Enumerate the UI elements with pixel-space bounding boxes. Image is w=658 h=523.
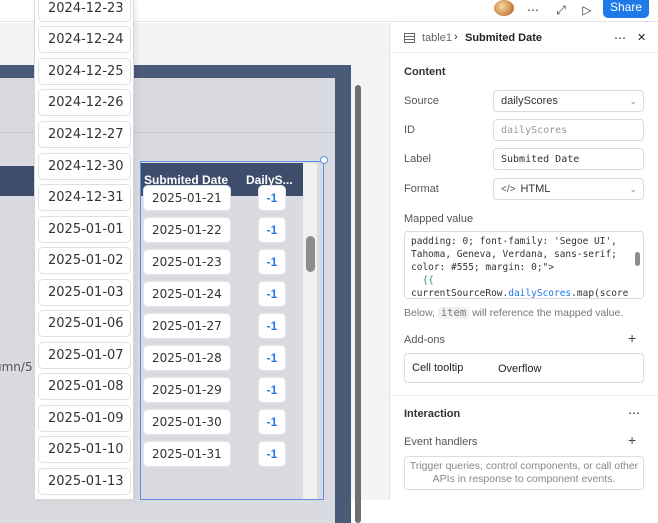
- format-select[interactable]: </> HTML ⌄: [493, 178, 644, 200]
- cell-tooltip-addon[interactable]: Cell tooltip Overflow: [404, 353, 644, 383]
- add-addon-icon[interactable]: +: [628, 330, 636, 346]
- breadcrumb-parent[interactable]: table1: [422, 32, 452, 44]
- dropdown-option[interactable]: 2025-01-08: [38, 373, 131, 400]
- breadcrumb-current: Submited Date: [465, 32, 543, 44]
- selected-column-outline: [140, 161, 324, 500]
- hint-text: will reference the mapped value.: [472, 307, 624, 319]
- hint-text: Below,: [404, 307, 435, 319]
- dropdown-option[interactable]: 2025-01-06: [38, 310, 131, 337]
- close-icon[interactable]: ✕: [637, 31, 646, 44]
- inspector-panel: table1 › Submited Date ⋯ ✕ Content Sourc…: [389, 23, 658, 500]
- addons-title: Add-ons: [404, 334, 445, 346]
- dropdown-option[interactable]: 2024-12-23: [38, 0, 131, 22]
- event-handlers-empty-state: Trigger queries, control components, or …: [404, 456, 644, 490]
- content-section-title: Content: [404, 66, 446, 78]
- truncated-column-text: umn/5: [0, 360, 33, 374]
- cell-tooltip-value: Overflow: [498, 363, 542, 375]
- dropdown-option[interactable]: 2024-12-24: [38, 26, 131, 53]
- code-line: currentSourceRow.dailyScores.map(score: [411, 287, 629, 299]
- code-line: color: #555; margin: 0;">: [411, 262, 554, 273]
- event-handlers-label: Event handlers: [404, 436, 478, 448]
- source-value: dailyScores: [501, 95, 558, 107]
- format-label: Format: [404, 183, 439, 195]
- dropdown-option[interactable]: 2025-01-13: [38, 468, 131, 495]
- format-value: HTML: [520, 183, 551, 195]
- dropdown-option[interactable]: 2025-01-01: [38, 216, 131, 243]
- date-dropdown-list: 2024-12-23 2024-12-24 2024-12-25 2024-12…: [34, 0, 134, 500]
- divider: [390, 395, 658, 396]
- table-icon: [404, 33, 415, 43]
- expand-icon[interactable]: ⤢: [550, 0, 572, 20]
- dropdown-option[interactable]: 2024-12-30: [38, 153, 131, 180]
- dropdown-option[interactable]: 2025-01-10: [38, 436, 131, 463]
- dropdown-option[interactable]: 2025-01-09: [38, 405, 131, 432]
- canvas-scrollbar[interactable]: [355, 85, 361, 523]
- code-line: Tahoma, Geneva, Verdana, sans-serif;: [411, 249, 617, 260]
- breadcrumb-separator: ›: [454, 31, 458, 43]
- cell-tooltip-label: Cell tooltip: [412, 362, 464, 374]
- user-avatar[interactable]: [494, 0, 514, 16]
- code-token: .map(score: [571, 288, 629, 299]
- code-scrollbar[interactable]: [635, 252, 640, 266]
- mapped-value-label: Mapped value: [404, 213, 474, 225]
- id-input[interactable]: dailyScores: [493, 119, 644, 141]
- play-icon[interactable]: ▷: [576, 0, 598, 20]
- more-icon[interactable]: ⋯: [521, 0, 545, 20]
- dropdown-option[interactable]: 2025-01-07: [38, 342, 131, 369]
- dropdown-option[interactable]: 2024-12-26: [38, 89, 131, 116]
- code-token: currentSourceRow.: [411, 288, 509, 299]
- id-label: ID: [404, 124, 415, 136]
- label-label: Label: [404, 153, 431, 165]
- chevron-down-icon: ⌄: [629, 184, 637, 194]
- code-icon: </>: [501, 183, 516, 195]
- interaction-section-title: Interaction: [404, 408, 461, 420]
- code-token: dailyScores: [508, 288, 572, 299]
- source-select[interactable]: dailyScores ⌄: [493, 90, 644, 112]
- dropdown-option[interactable]: 2024-12-25: [38, 58, 131, 85]
- hint-code: item: [437, 307, 470, 319]
- share-button[interactable]: Share: [603, 0, 649, 18]
- inspector-header: table1 › Submited Date ⋯ ✕: [390, 23, 658, 53]
- code-line: {{: [411, 275, 434, 286]
- chevron-down-icon: ⌄: [629, 96, 637, 106]
- source-label: Source: [404, 95, 439, 107]
- dropdown-option[interactable]: 2024-12-27: [38, 121, 131, 148]
- dropdown-option[interactable]: 2025-01-02: [38, 247, 131, 274]
- add-event-handler-icon[interactable]: +: [628, 432, 636, 448]
- dropdown-option[interactable]: 2025-01-03: [38, 279, 131, 306]
- dropdown-option[interactable]: 2024-12-31: [38, 184, 131, 211]
- more-icon[interactable]: ⋯: [628, 406, 640, 420]
- mapped-value-editor[interactable]: padding: 0; font-family: 'Segoe UI', Taho…: [404, 231, 644, 299]
- more-icon[interactable]: ⋯: [614, 31, 626, 45]
- code-line: padding: 0; font-family: 'Segoe UI',: [411, 236, 617, 247]
- label-input[interactable]: Submited Date: [493, 148, 644, 170]
- mapped-value-hint: Below, item will reference the mapped va…: [404, 307, 623, 319]
- resize-handle[interactable]: [320, 156, 328, 164]
